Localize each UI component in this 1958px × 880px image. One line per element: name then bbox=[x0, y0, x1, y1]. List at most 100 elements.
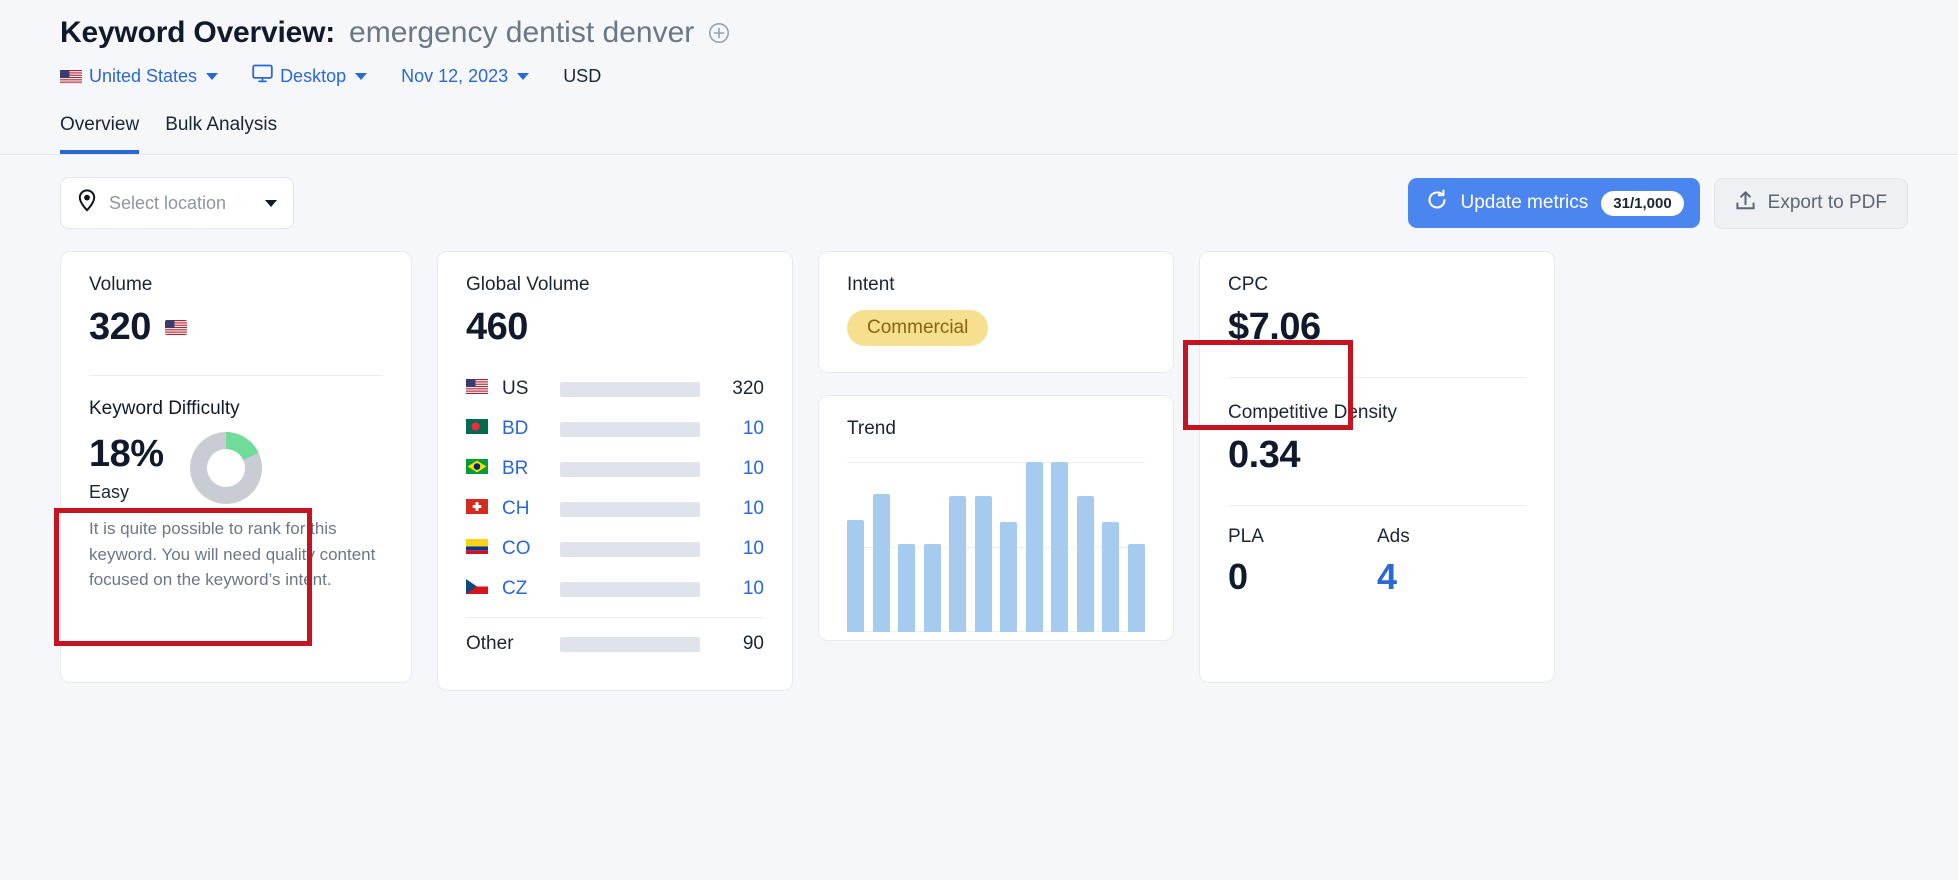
us-flag-icon bbox=[60, 69, 82, 84]
keyword-difficulty-rating: Easy bbox=[89, 482, 164, 503]
card-divider bbox=[1228, 377, 1526, 378]
date-selector[interactable]: Nov 12, 2023 bbox=[401, 66, 529, 87]
global-volume-row[interactable]: US 320 bbox=[466, 369, 764, 409]
trend-bar[interactable] bbox=[1128, 544, 1145, 632]
meta-row: United States Desktop Nov 12, 2023 USD bbox=[60, 64, 1958, 88]
trend-bar[interactable] bbox=[949, 496, 966, 632]
toolbar: Select location Update metrics 31/1,000 … bbox=[0, 155, 1958, 229]
global-volume-row[interactable]: BR 10 bbox=[466, 449, 764, 489]
pla-label: PLA bbox=[1228, 526, 1377, 548]
other-label: Other bbox=[466, 633, 560, 655]
volume-value[interactable]: 10 bbox=[700, 578, 764, 600]
volume-value[interactable]: 10 bbox=[700, 458, 764, 480]
add-circle-icon[interactable] bbox=[708, 22, 730, 44]
keyword-difficulty-label: Keyword Difficulty bbox=[89, 398, 383, 420]
volume-kd-card: Volume 320 Keyword Difficulty 18% Easy I… bbox=[60, 251, 412, 683]
device-selector[interactable]: Desktop bbox=[252, 64, 367, 88]
trend-bars bbox=[847, 462, 1145, 632]
trend-bar[interactable] bbox=[1051, 462, 1068, 632]
country-label: United States bbox=[89, 66, 197, 87]
trend-bar[interactable] bbox=[1102, 522, 1119, 633]
volume-value: 320 bbox=[700, 378, 764, 400]
volume-value[interactable]: 10 bbox=[700, 538, 764, 560]
country-code[interactable]: CZ bbox=[502, 578, 560, 600]
global-volume-row[interactable]: CZ 10 bbox=[466, 569, 764, 609]
update-metrics-button[interactable]: Update metrics 31/1,000 bbox=[1408, 178, 1700, 228]
global-volume-row[interactable]: BD 10 bbox=[466, 409, 764, 449]
ads-value[interactable]: 4 bbox=[1377, 556, 1526, 598]
ads-cell: Ads 4 bbox=[1377, 526, 1526, 598]
page-keyword: emergency dentist denver bbox=[349, 16, 694, 50]
global-volume-label: Global Volume bbox=[466, 274, 764, 296]
global-volume-row[interactable]: CO 10 bbox=[466, 529, 764, 569]
country-code[interactable]: BR bbox=[502, 458, 560, 480]
bd-flag-icon bbox=[466, 419, 502, 439]
volume-value[interactable]: 10 bbox=[700, 418, 764, 440]
page-title: Keyword Overview: bbox=[60, 16, 335, 50]
trend-bar[interactable] bbox=[1000, 522, 1017, 633]
cpc-label: CPC bbox=[1228, 274, 1526, 296]
country-code: US bbox=[502, 378, 560, 400]
trend-bar[interactable] bbox=[847, 520, 864, 632]
export-pdf-label: Export to PDF bbox=[1768, 192, 1887, 214]
cpc-value: $7.06 bbox=[1228, 306, 1526, 349]
co-flag-icon bbox=[466, 539, 502, 559]
global-volume-row[interactable]: CH 10 bbox=[466, 489, 764, 529]
pla-value: 0 bbox=[1228, 556, 1377, 598]
competitive-density-label: Competitive Density bbox=[1228, 402, 1526, 424]
card-divider bbox=[89, 375, 383, 376]
country-code[interactable]: CH bbox=[502, 498, 560, 520]
desktop-icon bbox=[252, 64, 273, 88]
intent-card: Intent Commercial bbox=[818, 251, 1174, 373]
tab-overview[interactable]: Overview bbox=[60, 114, 139, 154]
chevron-down-icon bbox=[265, 200, 277, 207]
global-volume-card: Global Volume 460 US320BD10BR10CH10CO10C… bbox=[437, 251, 793, 691]
quota-badge: 31/1,000 bbox=[1601, 191, 1683, 216]
other-bar-track bbox=[560, 637, 700, 652]
intent-label: Intent bbox=[847, 274, 1145, 296]
country-selector[interactable]: United States bbox=[60, 66, 218, 87]
trend-bar[interactable] bbox=[898, 544, 915, 632]
ads-label: Ads bbox=[1377, 526, 1526, 548]
title-row: Keyword Overview: emergency dentist denv… bbox=[60, 16, 1958, 50]
export-pdf-button[interactable]: Export to PDF bbox=[1714, 178, 1908, 229]
trend-label: Trend bbox=[847, 418, 1145, 440]
volume-value: 320 bbox=[89, 306, 151, 349]
volume-bar-track bbox=[560, 502, 700, 517]
chevron-down-icon bbox=[206, 73, 218, 80]
card-divider bbox=[1228, 505, 1526, 506]
global-volume-value: 460 bbox=[466, 306, 764, 349]
pla-ads-row: PLA 0 Ads 4 bbox=[1228, 526, 1526, 598]
br-flag-icon bbox=[466, 459, 502, 479]
trend-card: Trend bbox=[818, 395, 1174, 641]
volume-value[interactable]: 10 bbox=[700, 498, 764, 520]
chevron-down-icon bbox=[517, 73, 529, 80]
volume-bar-track bbox=[560, 462, 700, 477]
trend-bar[interactable] bbox=[1077, 496, 1094, 632]
upload-icon bbox=[1735, 190, 1756, 217]
volume-value-row: 320 bbox=[89, 306, 383, 349]
keyword-difficulty-value: 18% bbox=[89, 433, 164, 476]
keyword-difficulty-description: It is quite possible to rank for this ke… bbox=[89, 516, 383, 593]
other-value: 90 bbox=[700, 633, 764, 655]
card-divider bbox=[466, 617, 764, 618]
us-flag-icon bbox=[466, 379, 502, 399]
keyword-difficulty-value-row: 18% Easy bbox=[89, 432, 383, 504]
page-header: Keyword Overview: emergency dentist denv… bbox=[0, 0, 1958, 154]
metrics-grid: Volume 320 Keyword Difficulty 18% Easy I… bbox=[0, 229, 1958, 691]
trend-bar[interactable] bbox=[975, 496, 992, 632]
trend-bar[interactable] bbox=[873, 494, 890, 632]
trend-bar-chart bbox=[847, 462, 1145, 632]
map-pin-icon bbox=[77, 189, 97, 217]
trend-bar[interactable] bbox=[924, 544, 941, 632]
country-code[interactable]: CO bbox=[502, 538, 560, 560]
cz-flag-icon bbox=[466, 579, 502, 599]
trend-bar[interactable] bbox=[1026, 462, 1043, 632]
tab-bulk-analysis[interactable]: Bulk Analysis bbox=[165, 114, 277, 154]
country-code[interactable]: BD bbox=[502, 418, 560, 440]
tab-bar: Overview Bulk Analysis bbox=[60, 114, 1958, 154]
location-selector[interactable]: Select location bbox=[60, 177, 294, 229]
device-label: Desktop bbox=[280, 66, 346, 87]
global-volume-rows: US 320 BD 10 BR 10 CH 10 CO 10 CZ 10 bbox=[466, 369, 764, 609]
intent-badge[interactable]: Commercial bbox=[847, 310, 988, 346]
